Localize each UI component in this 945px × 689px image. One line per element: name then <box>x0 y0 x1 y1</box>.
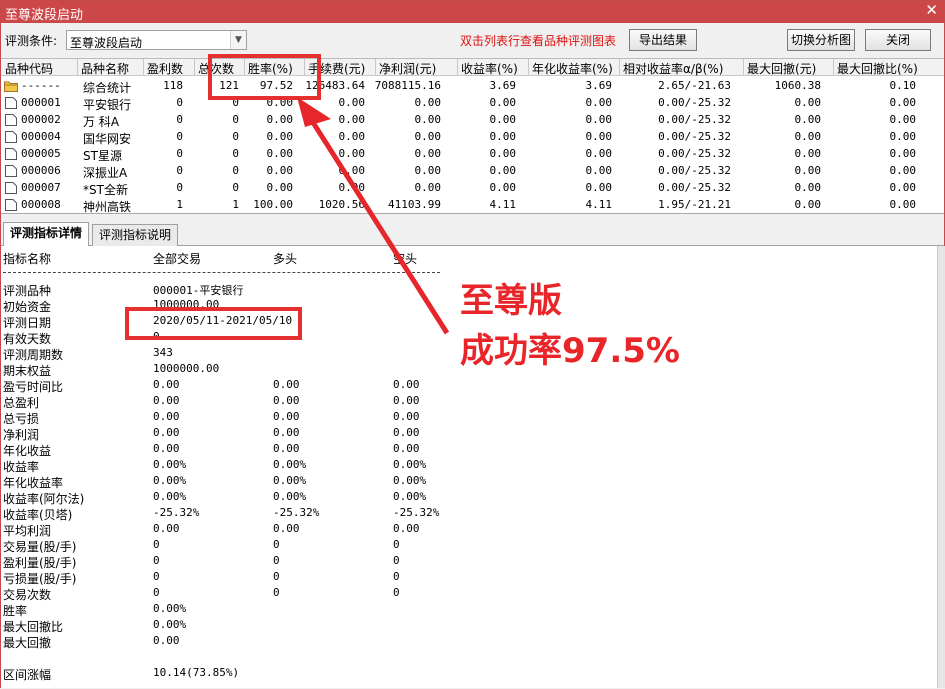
evaluation-window: 至尊波段启动 ✕ 评测条件: 至尊波段启动 ▼ 双击列表行查看品种评测图表 导出… <box>0 0 945 688</box>
annotation-success-rate: 成功率97.5% <box>460 331 680 371</box>
annotation-title: 至尊版 <box>460 281 562 321</box>
